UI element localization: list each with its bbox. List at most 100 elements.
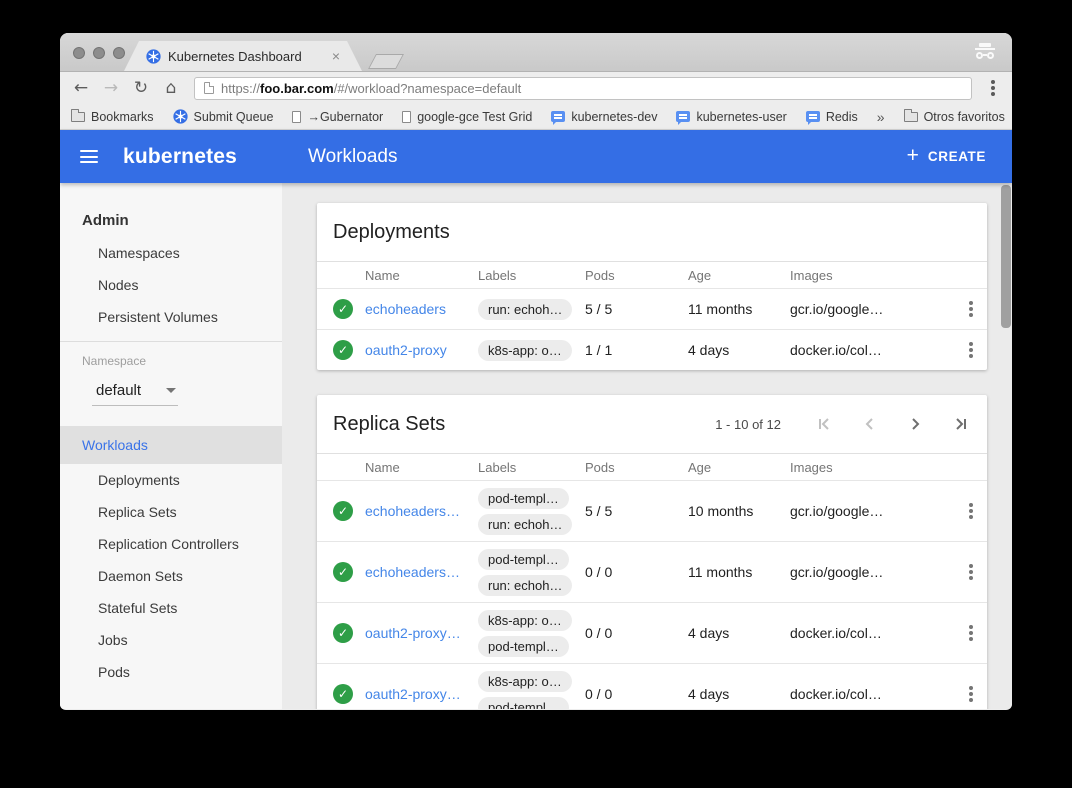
plus-icon: +: [907, 145, 919, 166]
resource-link[interactable]: echoheaders…: [365, 503, 478, 519]
main-content: Deployments Name Labels Pods Age Images …: [282, 183, 1012, 709]
table-header: Name Labels Pods Age Images: [317, 261, 987, 288]
sidebar-item-namespaces[interactable]: Namespaces: [60, 237, 282, 269]
pods-cell: 0 / 0: [585, 564, 688, 580]
sidebar-item-jobs[interactable]: Jobs: [60, 624, 282, 656]
bookmark-item[interactable]: kubernetes-dev: [551, 110, 657, 124]
status-ok-icon: ✓: [333, 562, 353, 582]
hamburger-menu-icon[interactable]: [80, 150, 98, 163]
titlebar: Kubernetes Dashboard ×: [60, 33, 1012, 72]
first-page-icon[interactable]: [816, 415, 834, 433]
new-tab-button[interactable]: [368, 54, 404, 69]
sidebar-item-workloads[interactable]: Workloads: [60, 426, 282, 464]
status-ok-icon: ✓: [333, 340, 353, 360]
age-cell: 10 months: [688, 503, 790, 519]
row-menu-icon[interactable]: [969, 631, 973, 635]
table-row: ✓ echoheaders run: echoh… 5 / 5 11 month…: [317, 288, 987, 329]
card-title: Replica Sets: [333, 413, 445, 436]
kubernetes-icon: [173, 109, 188, 124]
sidebar-item-daemon-sets[interactable]: Daemon Sets: [60, 560, 282, 592]
table-header: Name Labels Pods Age Images: [317, 453, 987, 480]
resource-link[interactable]: oauth2-proxy…: [365, 686, 478, 702]
back-icon[interactable]: ←: [68, 80, 94, 97]
age-cell: 11 months: [688, 564, 790, 580]
chevron-down-icon: [166, 388, 176, 398]
close-window-button[interactable]: [73, 47, 85, 59]
browser-tab[interactable]: Kubernetes Dashboard ×: [124, 41, 362, 71]
pods-cell: 0 / 0: [585, 686, 688, 702]
chat-icon: [806, 111, 820, 122]
sidebar-item-persistent-volumes[interactable]: Persistent Volumes: [60, 301, 282, 333]
table-row: ✓ echoheaders… pod-templ… run: echoh… 5 …: [317, 480, 987, 541]
sidebar-item-deployments[interactable]: Deployments: [60, 464, 282, 496]
zoom-window-button[interactable]: [113, 47, 125, 59]
age-cell: 4 days: [688, 686, 790, 702]
table-row: ✓ oauth2-proxy k8s-app: o… 1 / 1 4 days …: [317, 329, 987, 370]
last-page-icon[interactable]: [951, 415, 969, 433]
row-menu-icon[interactable]: [969, 692, 973, 696]
images-cell: gcr.io/google…: [790, 301, 954, 317]
resource-link[interactable]: echoheaders…: [365, 564, 478, 580]
kubernetes-icon: [146, 49, 161, 64]
kubernetes-dashboard-page: kubernetes Workloads + CREATE Admin Name…: [60, 130, 1012, 709]
label-chip: pod-templ…: [478, 488, 569, 509]
age-cell: 11 months: [688, 301, 790, 317]
forward-icon[interactable]: →: [98, 80, 124, 97]
pods-cell: 1 / 1: [585, 342, 688, 358]
reload-icon[interactable]: ↻: [128, 80, 154, 97]
bookmarks-overflow-icon[interactable]: »: [877, 109, 885, 125]
sidebar-item-pods[interactable]: Pods: [60, 656, 282, 688]
chat-icon: [551, 111, 565, 122]
app-header: kubernetes Workloads + CREATE: [60, 130, 1012, 183]
page-icon: [402, 111, 411, 123]
namespace-label: Namespace: [60, 354, 282, 370]
folder-icon: [904, 112, 918, 122]
previous-page-icon[interactable]: [861, 415, 879, 433]
browser-toolbar: ← → ↻ ⌂ https://foo.bar.com/#/workload?n…: [60, 72, 1012, 104]
images-cell: docker.io/col…: [790, 686, 954, 702]
deployments-card: Deployments Name Labels Pods Age Images …: [317, 203, 987, 370]
sidebar-divider: [60, 341, 282, 342]
bookmark-item[interactable]: kubernetes-user: [676, 110, 786, 124]
bookmark-item[interactable]: Bookmarks: [71, 110, 154, 124]
images-cell: docker.io/col…: [790, 342, 954, 358]
row-menu-icon[interactable]: [969, 509, 973, 513]
row-menu-icon[interactable]: [969, 570, 973, 574]
bookmark-item[interactable]: Redis: [806, 110, 858, 124]
url-bar[interactable]: https://foo.bar.com/#/workload?namespace…: [194, 77, 972, 100]
replica-sets-card: Replica Sets 1 - 10 of 12: [317, 395, 987, 709]
bookmarks-bar: Bookmarks Submit Queue →Gubernator googl…: [60, 104, 1012, 130]
tab-title: Kubernetes Dashboard: [168, 49, 302, 64]
row-menu-icon[interactable]: [969, 307, 973, 311]
other-favorites-folder[interactable]: Otros favoritos: [904, 110, 1005, 124]
browser-menu-icon[interactable]: [982, 78, 1004, 98]
chat-icon: [676, 111, 690, 122]
sidebar-item-replica-sets[interactable]: Replica Sets: [60, 496, 282, 528]
pagination-range: 1 - 10 of 12: [715, 417, 781, 432]
page-security-icon: [204, 82, 214, 94]
sidebar: Admin Namespaces Nodes Persistent Volume…: [60, 183, 282, 709]
resource-link[interactable]: oauth2-proxy…: [365, 625, 478, 641]
bookmark-item[interactable]: →Gubernator: [292, 110, 383, 124]
resource-link[interactable]: oauth2-proxy: [365, 342, 478, 358]
label-chip: pod-templ…: [478, 697, 569, 710]
bookmark-item[interactable]: google-gce Test Grid: [402, 110, 532, 124]
tab-close-icon[interactable]: ×: [332, 48, 340, 64]
sidebar-item-replication-controllers[interactable]: Replication Controllers: [60, 528, 282, 560]
minimize-window-button[interactable]: [93, 47, 105, 59]
bookmark-item[interactable]: Submit Queue: [173, 109, 274, 124]
label-chip: pod-templ…: [478, 549, 569, 570]
sidebar-item-stateful-sets[interactable]: Stateful Sets: [60, 592, 282, 624]
kubernetes-logo[interactable]: kubernetes: [123, 145, 237, 169]
scrollbar-thumb[interactable]: [1001, 185, 1011, 328]
home-icon[interactable]: ⌂: [158, 80, 184, 97]
next-page-icon[interactable]: [906, 415, 924, 433]
resource-link[interactable]: echoheaders: [365, 301, 478, 317]
create-button[interactable]: + CREATE: [907, 147, 986, 166]
namespace-select[interactable]: default: [92, 382, 178, 406]
sidebar-item-admin[interactable]: Admin: [60, 203, 282, 237]
images-cell: gcr.io/google…: [790, 564, 954, 580]
row-menu-icon[interactable]: [969, 348, 973, 352]
sidebar-item-nodes[interactable]: Nodes: [60, 269, 282, 301]
pods-cell: 5 / 5: [585, 301, 688, 317]
